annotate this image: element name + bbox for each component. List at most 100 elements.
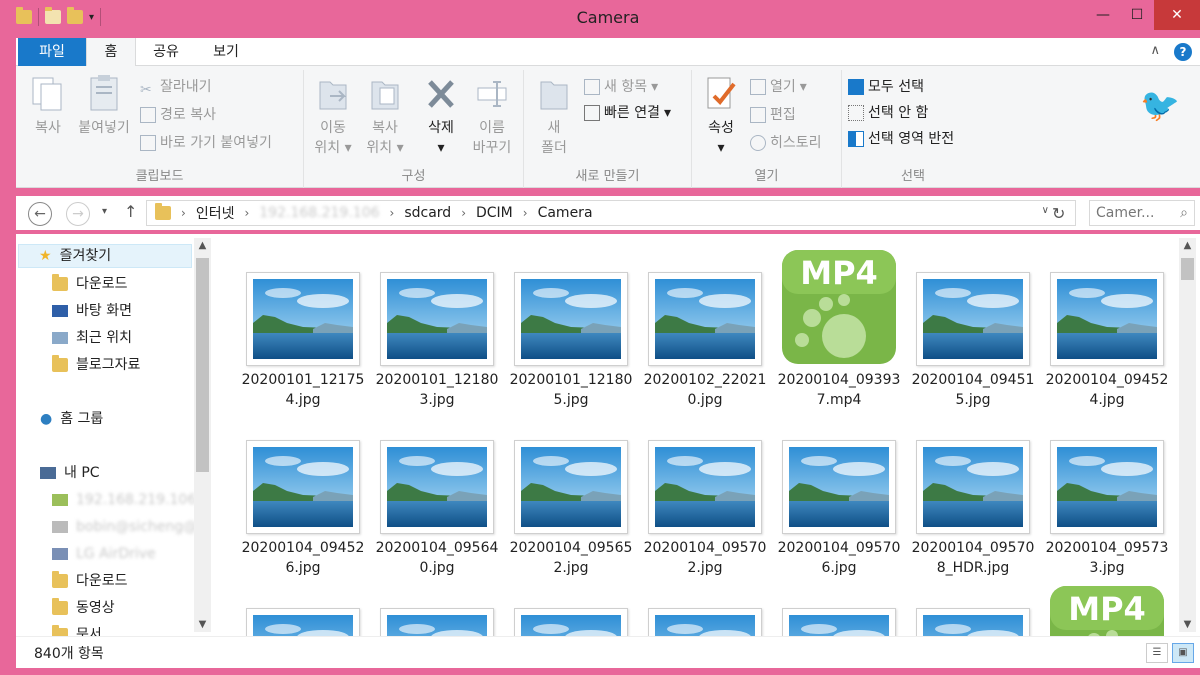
maximize-button[interactable]: ☐: [1120, 0, 1154, 30]
new-item-button[interactable]: 새 항목 ▾: [584, 76, 658, 98]
file-name: 20200104_09570 8_HDR.jpg: [911, 540, 1035, 576]
crumb-camera[interactable]: Camera: [538, 205, 593, 221]
file-tile[interactable]: 20200104_09564 0.jpg: [374, 416, 500, 578]
file-tile[interactable]: 20200101_12180 3.jpg: [374, 248, 500, 410]
file-tile[interactable]: 20200104_09570 6.jpg: [776, 416, 902, 578]
crumb-internet[interactable]: 인터넷: [196, 203, 235, 223]
crumb-dcim[interactable]: DCIM: [476, 205, 513, 221]
expand-ribbon-icon[interactable]: ∧: [1150, 43, 1160, 61]
nav-downloads[interactable]: 다운로드: [52, 272, 128, 296]
file-name: 20200104_09573 3.jpg: [1045, 540, 1169, 576]
open-button[interactable]: 열기 ▾: [750, 76, 807, 98]
file-tile[interactable]: 20200101_12175 4.jpg: [240, 248, 366, 410]
nav-homegroup[interactable]: ● 홈 그룹: [40, 407, 103, 431]
move-to-button[interactable]: 이동 위치 ▾: [310, 74, 356, 158]
file-tile[interactable]: 20200104_09570 8_HDR.jpg: [910, 416, 1036, 578]
delete-button[interactable]: 삭제 ▾: [416, 74, 466, 158]
file-tile[interactable]: [776, 584, 902, 636]
file-tile[interactable]: 20200104_09452 4.jpg: [1044, 248, 1170, 410]
forward-button[interactable]: →: [66, 202, 90, 226]
nav-documents[interactable]: 문서: [52, 623, 102, 636]
tab-file[interactable]: 파일: [18, 38, 86, 66]
file-tile[interactable]: 20200104_09452 6.jpg: [240, 416, 366, 578]
file-name: 20200104_09570 2.jpg: [643, 540, 767, 576]
copy-icon: [32, 77, 62, 111]
file-tile[interactable]: 20200104_09573 3.jpg: [1044, 416, 1170, 578]
history-button[interactable]: 히스토리: [750, 132, 822, 154]
file-name: 20200104_09565 2.jpg: [509, 540, 633, 576]
file-tile[interactable]: 20200102_22021 0.jpg: [642, 248, 768, 410]
crumb-ip[interactable]: 192.168.219.106: [259, 205, 379, 221]
file-tile[interactable]: [910, 584, 1036, 636]
file-tile[interactable]: MP4 20200104_09393 7.mp4: [776, 248, 902, 410]
copy-button[interactable]: 복사: [24, 74, 72, 138]
file-tile[interactable]: [240, 584, 366, 636]
up-button[interactable]: ↑: [124, 202, 137, 221]
nav-recent[interactable]: 최근 위치: [52, 326, 132, 350]
nav-desktop[interactable]: 바탕 화면: [52, 299, 132, 323]
new-item-icon: [584, 79, 600, 95]
downloads-icon: [52, 274, 68, 291]
back-button[interactable]: ←: [28, 202, 52, 226]
file-tile[interactable]: 20200104_09565 2.jpg: [508, 416, 634, 578]
close-button[interactable]: ✕: [1154, 0, 1200, 30]
tab-view[interactable]: 보기: [196, 38, 256, 66]
file-tile[interactable]: [642, 584, 768, 636]
paste-shortcut-icon: [140, 135, 156, 151]
cut-button[interactable]: ✂ 잘라내기: [140, 76, 212, 98]
properties-button[interactable]: 속성 ▾: [698, 74, 744, 158]
file-tile[interactable]: [374, 584, 500, 636]
rename-button[interactable]: 이름 바꾸기: [466, 74, 518, 158]
file-tile[interactable]: 20200101_12180 5.jpg: [508, 248, 634, 410]
nav-blog[interactable]: 블로그자료: [52, 353, 140, 377]
nav-network-drive[interactable]: 192.168.219.106: [52, 488, 196, 512]
nav-user-folder[interactable]: bobin@sicheng@1: [52, 515, 206, 539]
paste-shortcut-button[interactable]: 바로 가기 붙여넣기: [140, 132, 272, 154]
nav-scroll-thumb[interactable]: [196, 258, 209, 472]
file-tile[interactable]: 20200104_09570 2.jpg: [642, 416, 768, 578]
help-icon[interactable]: ?: [1174, 43, 1192, 61]
file-tile[interactable]: 20200104_09451 5.jpg: [910, 248, 1036, 410]
scroll-up-icon[interactable]: ▲: [194, 240, 211, 251]
copy-path-button[interactable]: 경로 복사: [140, 104, 216, 126]
new-folder-button[interactable]: 새 폴더: [530, 74, 578, 158]
paste-button[interactable]: 붙여넣기: [72, 74, 136, 138]
refresh-icon[interactable]: ↻: [1052, 204, 1065, 223]
easy-access-button[interactable]: 빠른 연결 ▾: [584, 102, 671, 124]
recent-locations-icon[interactable]: ▾: [102, 206, 107, 217]
open-group-label: 열기: [754, 169, 779, 184]
details-view-button[interactable]: ☰: [1146, 643, 1168, 663]
star-icon: ★: [39, 248, 52, 264]
nav-videos[interactable]: 동영상: [52, 596, 115, 620]
nav-scrollbar[interactable]: ▲ ▼: [194, 238, 211, 632]
nav-this-pc[interactable]: 내 PC: [40, 461, 100, 485]
scroll-up-icon[interactable]: ▲: [1179, 240, 1196, 251]
address-dropdown-icon[interactable]: ∨: [1042, 205, 1049, 216]
file-name: 20200104_09451 5.jpg: [911, 372, 1035, 408]
edit-button[interactable]: 편집: [750, 104, 796, 126]
file-tile[interactable]: [508, 584, 634, 636]
scroll-down-icon[interactable]: ▼: [194, 619, 211, 630]
invert-selection-button[interactable]: 선택 영역 반전: [848, 128, 954, 150]
files-scroll-thumb[interactable]: [1181, 258, 1194, 280]
copy-to-button[interactable]: 복사 위치 ▾: [356, 74, 414, 158]
nav-pc-downloads[interactable]: 다운로드: [52, 569, 128, 593]
file-tile[interactable]: MP4: [1044, 584, 1170, 636]
crumb-sdcard[interactable]: sdcard: [404, 205, 451, 221]
select-none-button[interactable]: 선택 안 함: [848, 102, 928, 124]
nav-airdrive[interactable]: LG AirDrive: [52, 542, 156, 566]
image-thumbnail: [782, 608, 896, 636]
tab-home[interactable]: 홈: [86, 38, 136, 67]
minimize-button[interactable]: —: [1086, 0, 1120, 30]
search-input[interactable]: Camer...: [1096, 205, 1154, 221]
nav-favorites[interactable]: ★ 즐겨찾기: [18, 244, 192, 268]
search-box[interactable]: Camer... ⌕: [1089, 200, 1195, 226]
image-thumbnail: [380, 608, 494, 636]
tab-share[interactable]: 공유: [136, 38, 196, 66]
large-icons-view-button[interactable]: ▣: [1172, 643, 1194, 663]
scroll-down-icon[interactable]: ▼: [1179, 619, 1196, 630]
files-scrollbar[interactable]: ▲ ▼: [1179, 238, 1196, 632]
select-all-button[interactable]: 모두 선택: [848, 76, 924, 98]
image-thumbnail: [1050, 440, 1164, 534]
address-box[interactable]: › 인터넷 › 192.168.219.106 › sdcard › DCIM …: [146, 200, 1076, 226]
